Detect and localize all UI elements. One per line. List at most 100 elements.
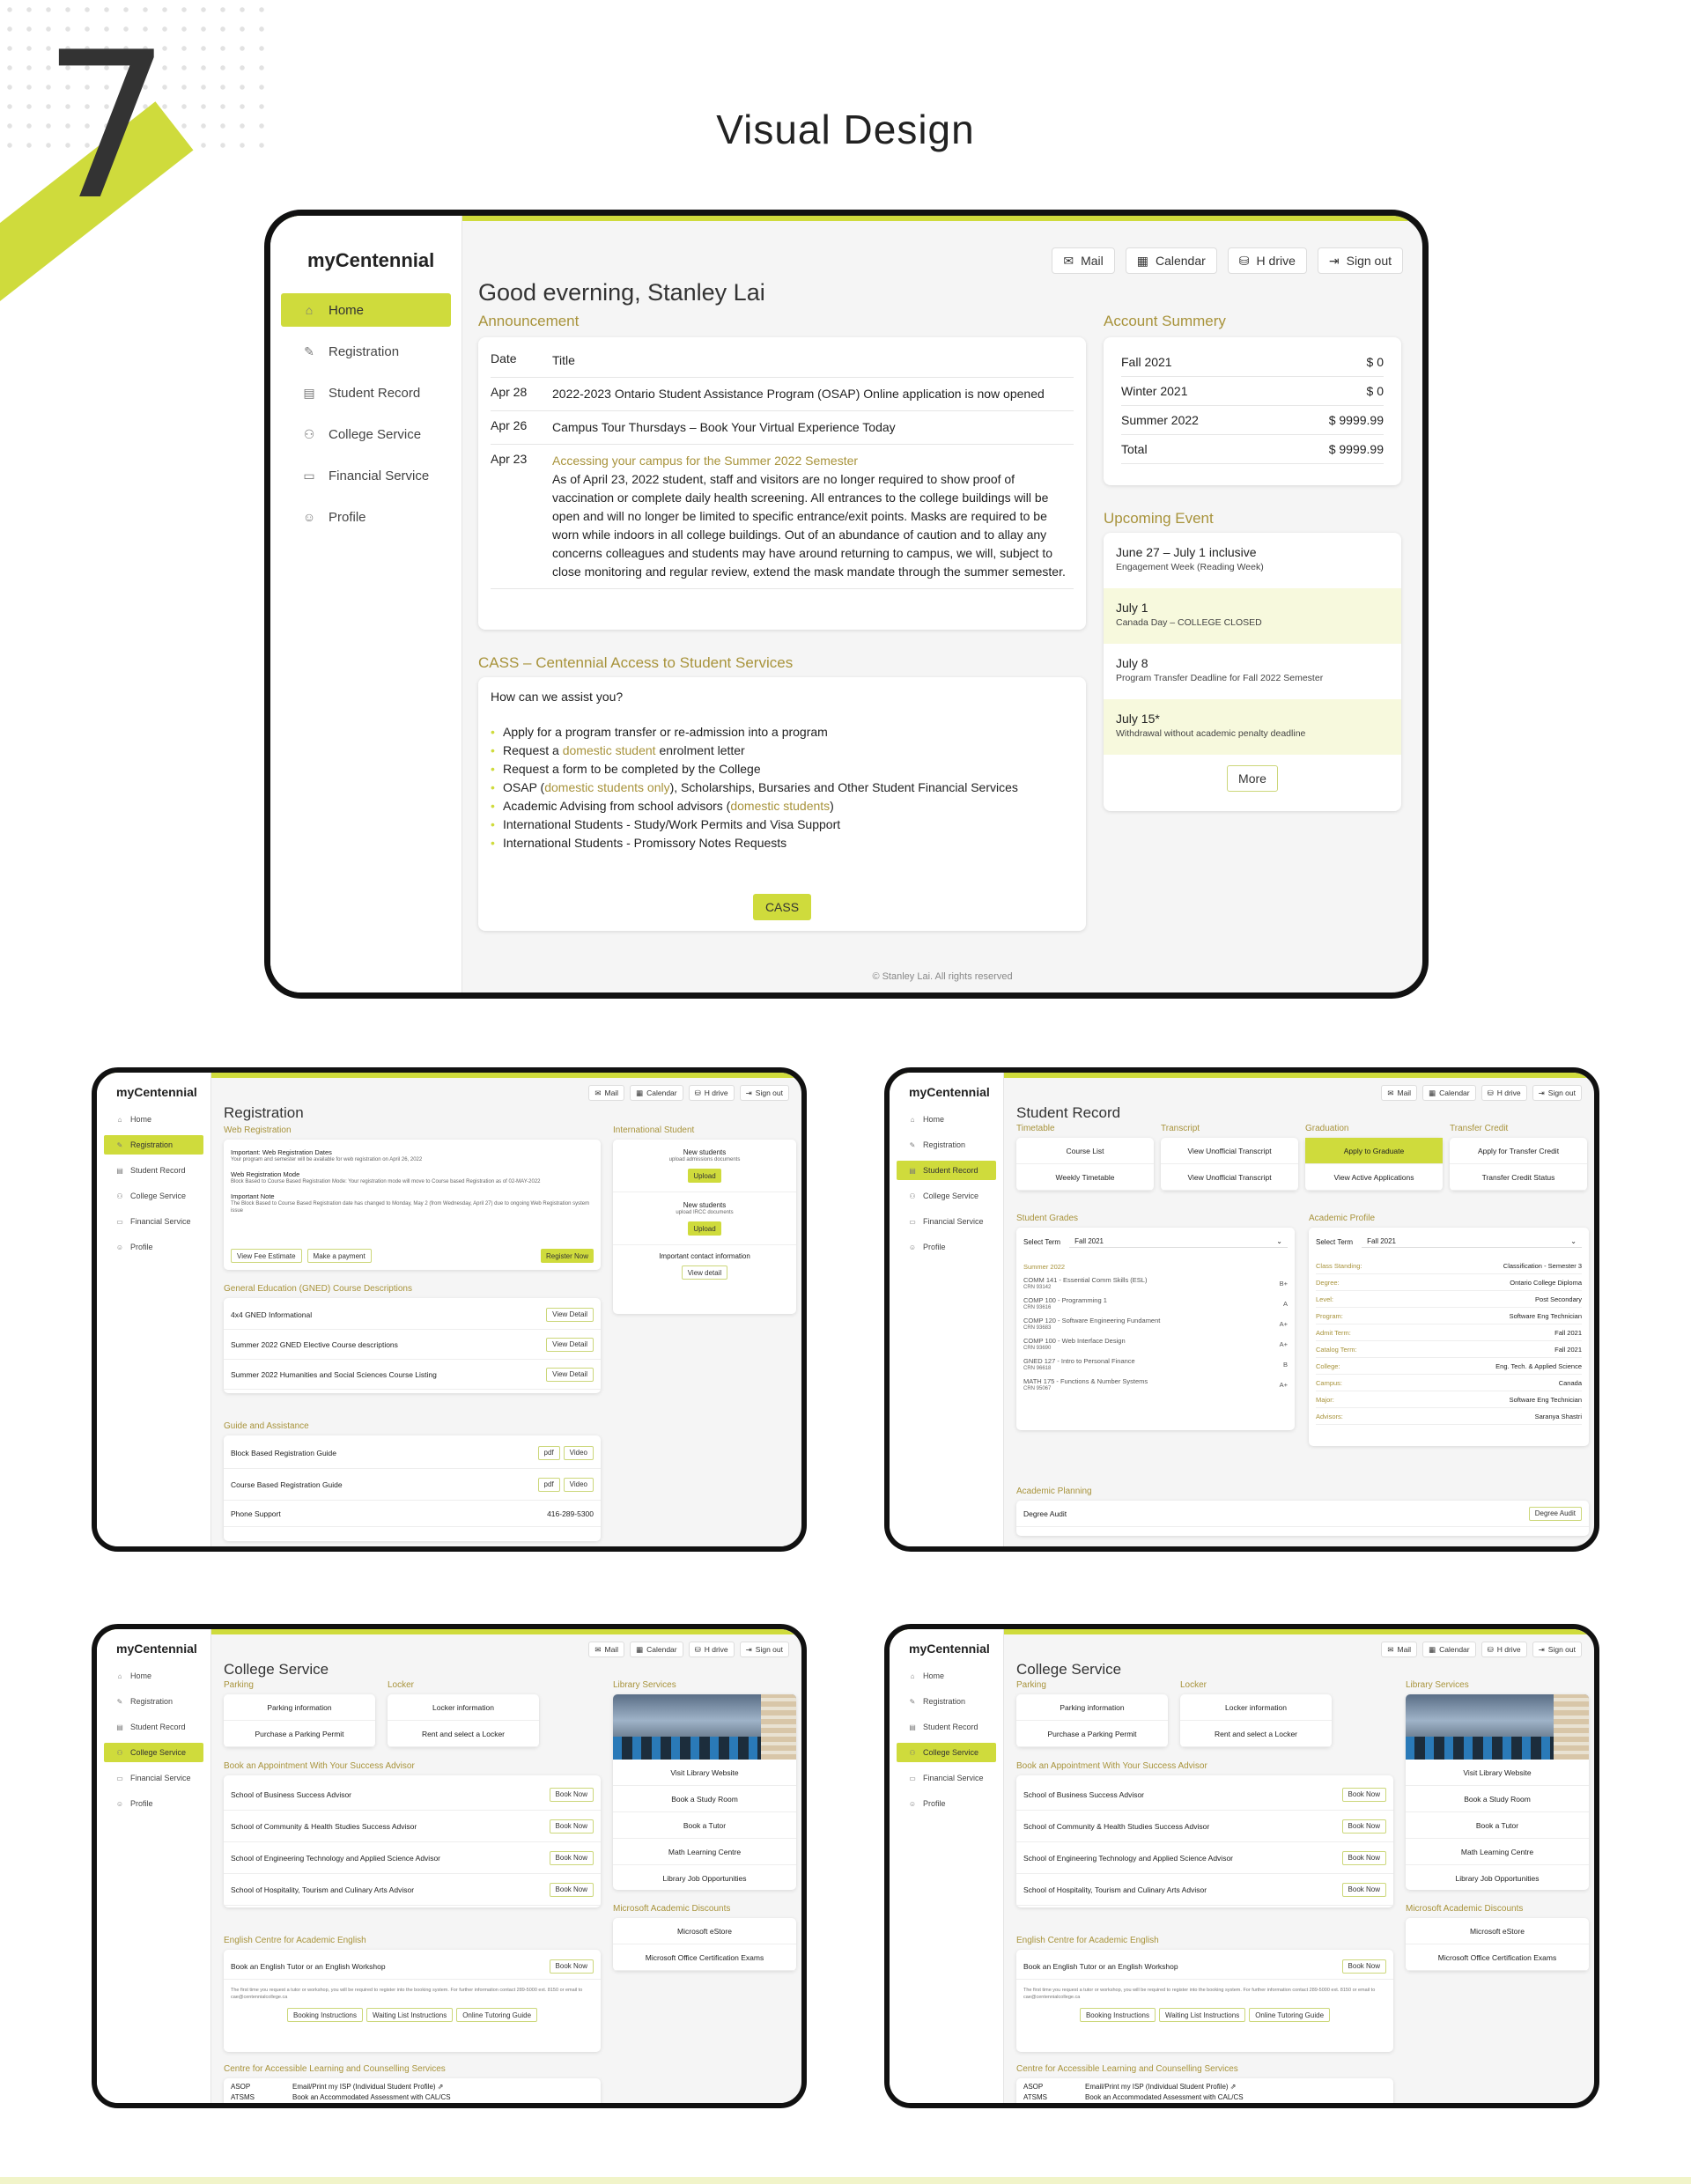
book-now-button[interactable]: Book Now bbox=[1341, 1819, 1386, 1834]
mail-button[interactable]: ✉ Mail bbox=[588, 1085, 625, 1101]
view-detail-button[interactable]: View Detail bbox=[546, 1307, 594, 1322]
service-link[interactable]: Visit Library Website bbox=[613, 1760, 796, 1786]
cass-button[interactable]: CASS bbox=[752, 894, 812, 920]
service-link[interactable]: Parking information bbox=[224, 1694, 375, 1721]
view-detail-button[interactable]: View detail bbox=[681, 1265, 728, 1280]
mail-button[interactable]: ✉ Mail bbox=[1052, 247, 1115, 274]
book-now-button[interactable]: Book Now bbox=[549, 1819, 594, 1834]
service-link[interactable]: Book a Study Room bbox=[1406, 1786, 1589, 1812]
sidebar-item-registration[interactable]: ✎ Registration bbox=[281, 335, 451, 368]
cal-value[interactable]: Book an Accommodated Assessment with CAL… bbox=[1085, 2092, 1244, 2103]
book-now-button[interactable]: Book Now bbox=[549, 1959, 594, 1974]
sidebar-item-registration[interactable]: ✎ Registration bbox=[897, 1692, 996, 1711]
announcement-row[interactable]: Apr 28 2022-2023 Ontario Student Assistan… bbox=[491, 378, 1074, 411]
calendar-button[interactable]: ▦ Calendar bbox=[1422, 1085, 1476, 1101]
service-link[interactable]: Math Learning Centre bbox=[613, 1839, 796, 1865]
english-instruction-button[interactable]: Online Tutoring Guide bbox=[456, 2008, 538, 2022]
sidebar-item-home[interactable]: ⌂ Home bbox=[897, 1110, 996, 1129]
sign-out-button[interactable]: ⇥ Sign out bbox=[1532, 1085, 1582, 1101]
sidebar-item-college-service[interactable]: ⚇ College Service bbox=[104, 1743, 203, 1762]
sidebar-item-student-record[interactable]: ▤ Student Record bbox=[897, 1161, 996, 1180]
announcement-link[interactable]: Accessing your campus for the Summer 202… bbox=[552, 452, 1074, 470]
calendar-button[interactable]: ▦ Calendar bbox=[630, 1642, 683, 1657]
book-now-button[interactable]: Book Now bbox=[1341, 1850, 1386, 1865]
record-link[interactable]: View Unofficial Transcript bbox=[1161, 1164, 1298, 1191]
more-button[interactable]: More bbox=[1227, 765, 1278, 792]
sidebar-item-profile[interactable]: ☺ Profile bbox=[897, 1794, 996, 1813]
sidebar-item-profile[interactable]: ☺ Profile bbox=[104, 1794, 203, 1813]
book-now-button[interactable]: Book Now bbox=[1341, 1787, 1386, 1802]
sidebar-item-registration[interactable]: ✎ Registration bbox=[104, 1692, 203, 1711]
view-detail-button[interactable]: View Detail bbox=[546, 1367, 594, 1382]
sign-out-button[interactable]: ⇥ Sign out bbox=[739, 1085, 789, 1101]
sign-out-button[interactable]: ⇥ Sign out bbox=[1317, 247, 1403, 274]
service-link[interactable]: Microsoft eStore bbox=[1406, 1918, 1589, 1944]
mail-button[interactable]: ✉ Mail bbox=[1381, 1085, 1418, 1101]
sidebar-item-profile[interactable]: ☺ Profile bbox=[104, 1237, 203, 1257]
english-instruction-button[interactable]: Booking Instructions bbox=[286, 2008, 364, 2022]
upload-button[interactable]: Upload bbox=[688, 1221, 721, 1236]
degree-audit-button[interactable]: Degree Audit bbox=[1528, 1506, 1582, 1521]
sidebar-item-home[interactable]: ⌂ Home bbox=[897, 1666, 996, 1686]
book-now-button[interactable]: Book Now bbox=[549, 1787, 594, 1802]
pdf-button[interactable]: pdf bbox=[537, 1477, 560, 1492]
sidebar-item-college-service[interactable]: ⚇ College Service bbox=[281, 417, 451, 451]
event-item[interactable]: June 27 – July 1 inclusive Engagement Wee… bbox=[1104, 533, 1401, 588]
cal-value[interactable]: Book an Accommodated Assessment with CAL… bbox=[292, 2092, 451, 2103]
sidebar-item-student-record[interactable]: ▤ Student Record bbox=[104, 1717, 203, 1737]
sidebar-item-college-service[interactable]: ⚇ College Service bbox=[104, 1186, 203, 1206]
sign-out-button[interactable]: ⇥ Sign out bbox=[739, 1642, 789, 1657]
calendar-button[interactable]: ▦ Calendar bbox=[1125, 247, 1217, 274]
cal-value[interactable]: Email/Print my ISP (Individual Student P… bbox=[1085, 2082, 1237, 2092]
service-link[interactable]: Book a Tutor bbox=[1406, 1812, 1589, 1839]
profile-term-select[interactable]: Select Term Fall 2021 ⌄ bbox=[1316, 1233, 1582, 1251]
announcement-row[interactable]: Apr 26 Campus Tour Thursdays – Book Your … bbox=[491, 411, 1074, 445]
pdf-button[interactable]: pdf bbox=[537, 1445, 560, 1460]
upload-button[interactable]: Upload bbox=[688, 1169, 721, 1183]
event-item[interactable]: July 8 Program Transfer Deadline for Fall… bbox=[1104, 644, 1401, 699]
mail-button[interactable]: ✉ Mail bbox=[1381, 1642, 1418, 1657]
register-now-button[interactable]: Register Now bbox=[540, 1249, 594, 1263]
sidebar-item-student-record[interactable]: ▤ Student Record bbox=[281, 376, 451, 410]
sidebar-item-financial-service[interactable]: ▭ Financial Service bbox=[897, 1768, 996, 1788]
term-select[interactable]: Select Term Fall 2021 ⌄ bbox=[1023, 1233, 1288, 1251]
announcement-row[interactable]: Apr 23 Accessing your campus for the Summ… bbox=[491, 445, 1074, 589]
sidebar-item-registration[interactable]: ✎ Registration bbox=[897, 1135, 996, 1155]
service-link[interactable]: Book a Study Room bbox=[613, 1786, 796, 1812]
sidebar-item-financial-service[interactable]: ▭ Financial Service bbox=[281, 459, 451, 492]
record-link[interactable]: Transfer Credit Status bbox=[1450, 1164, 1587, 1191]
h-drive-button[interactable]: ⛁ H drive bbox=[688, 1085, 735, 1101]
english-instruction-button[interactable]: Waiting List Instructions bbox=[1159, 2008, 1246, 2022]
service-link[interactable]: Rent and select a Locker bbox=[388, 1721, 539, 1747]
service-link[interactable]: Parking information bbox=[1016, 1694, 1168, 1721]
fee-estimate-button[interactable]: View Fee Estimate bbox=[231, 1249, 302, 1263]
calendar-button[interactable]: ▦ Calendar bbox=[630, 1085, 683, 1101]
record-link[interactable]: View Unofficial Transcript bbox=[1161, 1138, 1298, 1164]
sidebar-item-profile[interactable]: ☺ Profile bbox=[897, 1237, 996, 1257]
sidebar-item-college-service[interactable]: ⚇ College Service bbox=[897, 1743, 996, 1762]
h-drive-button[interactable]: ⛁ H drive bbox=[1481, 1085, 1527, 1101]
view-detail-button[interactable]: View Detail bbox=[546, 1337, 594, 1352]
record-link[interactable]: Weekly Timetable bbox=[1016, 1164, 1154, 1191]
service-link[interactable]: Locker information bbox=[388, 1694, 539, 1721]
cal-value[interactable]: Email/Print my ISP (Individual Student P… bbox=[292, 2082, 444, 2092]
sidebar-item-student-record[interactable]: ▤ Student Record bbox=[897, 1717, 996, 1737]
cass-item-link[interactable]: domestic students only bbox=[544, 780, 669, 794]
book-now-button[interactable]: Book Now bbox=[549, 1882, 594, 1897]
record-link[interactable]: Apply for Transfer Credit bbox=[1450, 1138, 1587, 1164]
calendar-button[interactable]: ▦ Calendar bbox=[1422, 1642, 1476, 1657]
service-link[interactable]: Math Learning Centre bbox=[1406, 1839, 1589, 1865]
sidebar-item-financial-service[interactable]: ▭ Financial Service bbox=[104, 1768, 203, 1788]
service-link[interactable]: Purchase a Parking Permit bbox=[224, 1721, 375, 1747]
service-link[interactable]: Library Job Opportunities bbox=[1406, 1865, 1589, 1890]
sidebar-item-registration[interactable]: ✎ Registration bbox=[104, 1135, 203, 1155]
cass-item-link[interactable]: domestic students bbox=[730, 799, 830, 813]
h-drive-button[interactable]: ⛁ H drive bbox=[1481, 1642, 1527, 1657]
record-link[interactable]: View Active Applications bbox=[1305, 1164, 1443, 1191]
sidebar-item-profile[interactable]: ☺ Profile bbox=[281, 500, 451, 534]
video-button[interactable]: Video bbox=[563, 1445, 594, 1460]
english-instruction-button[interactable]: Booking Instructions bbox=[1079, 2008, 1156, 2022]
video-button[interactable]: Video bbox=[563, 1477, 594, 1492]
h-drive-button[interactable]: ⛁ H drive bbox=[1227, 247, 1307, 274]
book-now-button[interactable]: Book Now bbox=[1341, 1959, 1386, 1974]
